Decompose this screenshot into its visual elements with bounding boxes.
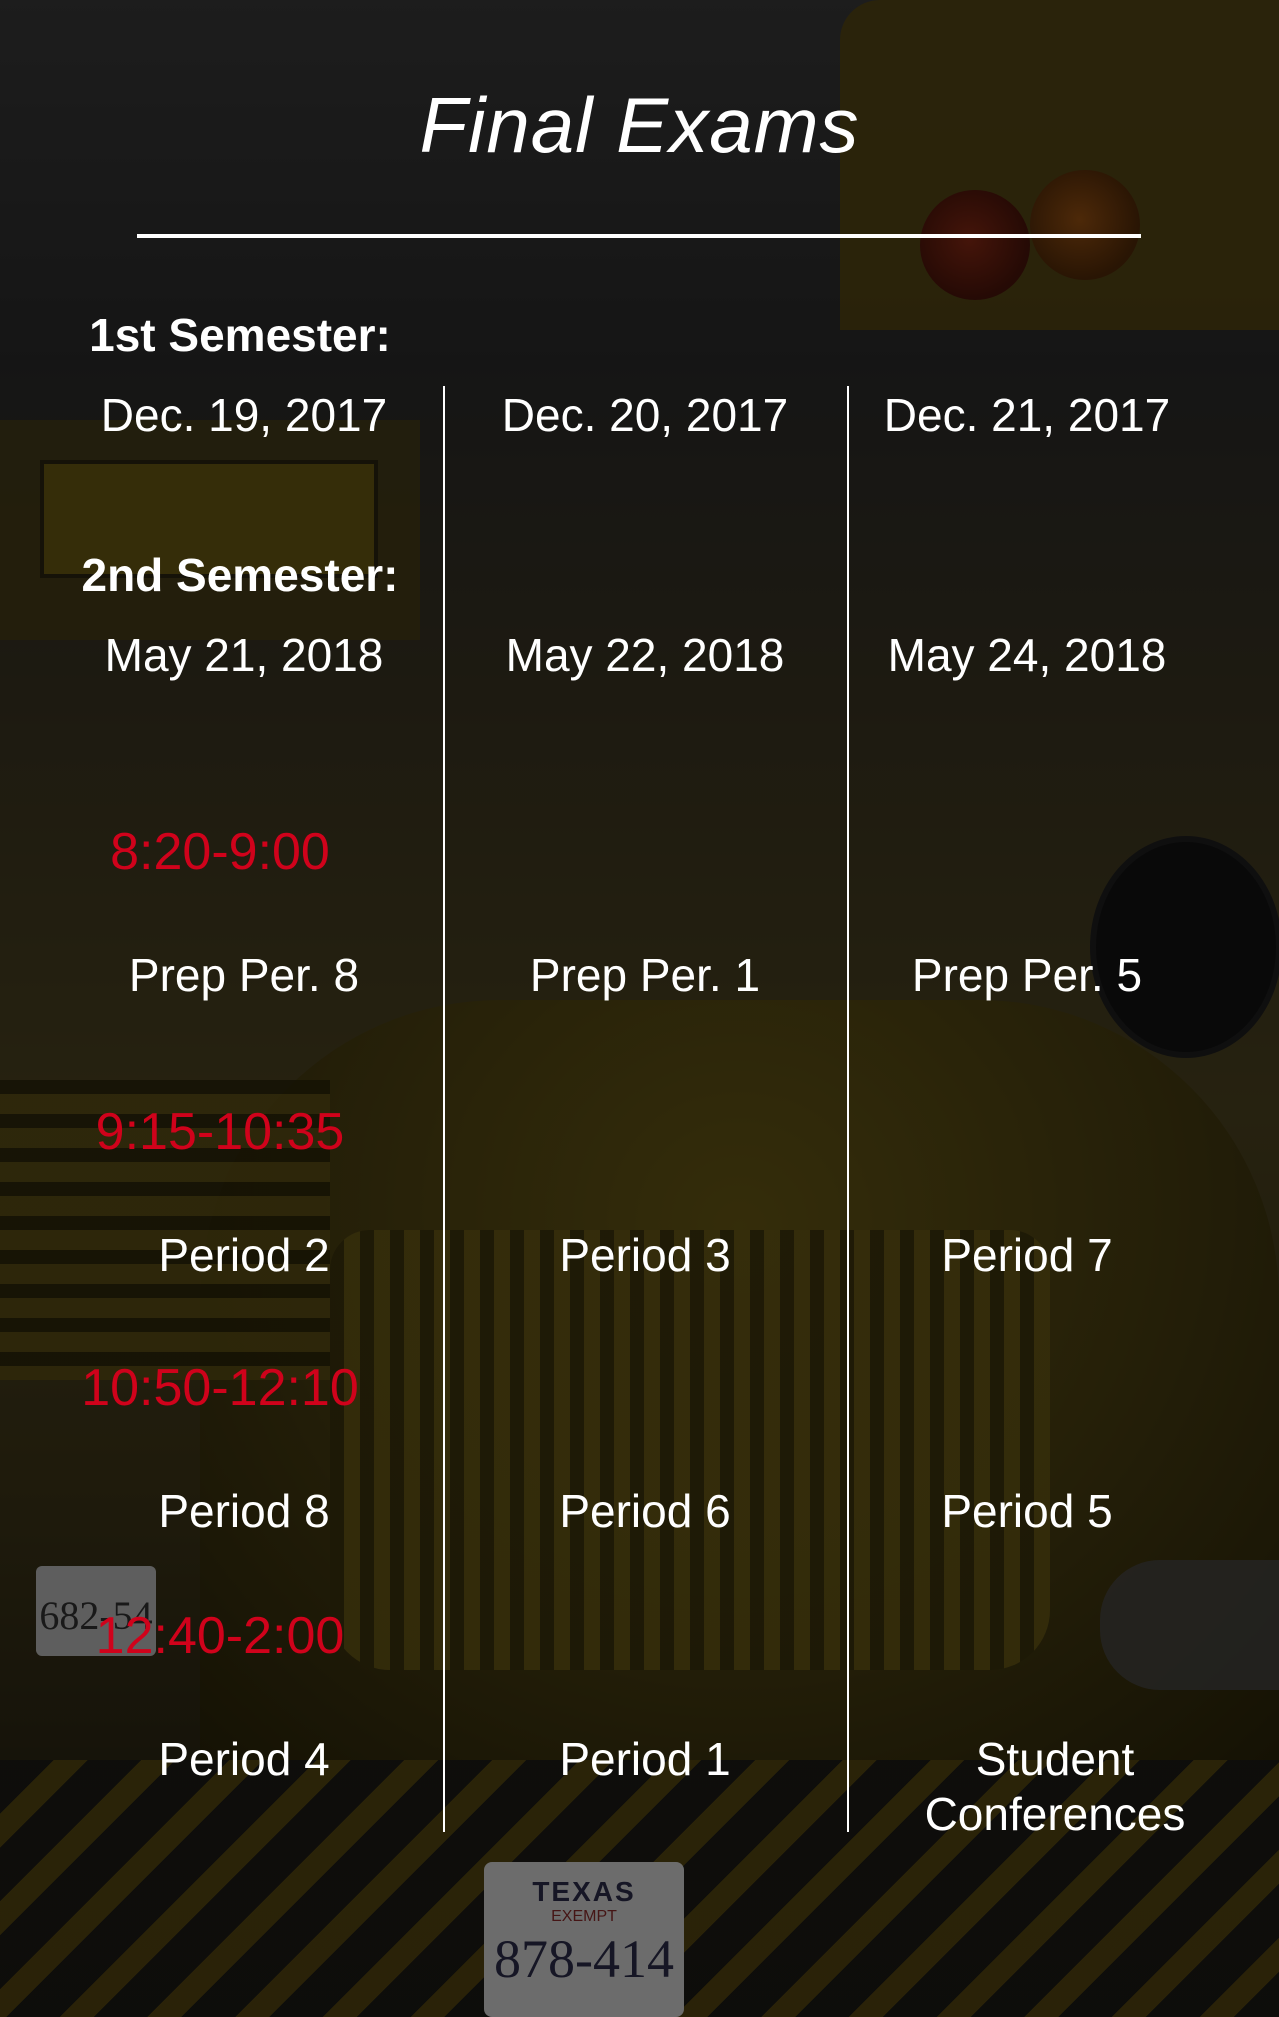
- column-divider-2: [847, 386, 849, 1832]
- title-divider: [137, 234, 1141, 238]
- slot-2-day-3: Period 7: [941, 1229, 1113, 1281]
- slot-2-day-2: Period 3: [559, 1229, 731, 1281]
- semester-2-date-3: May 24, 2018: [887, 629, 1167, 681]
- page-title: Final Exams: [419, 81, 860, 169]
- semester-2-date-1: May 21, 2018: [104, 629, 384, 681]
- time-slot-3: 10:50-12:10: [81, 1359, 359, 1417]
- slot-4-day-3: Student Conferences: [924, 1733, 1186, 1841]
- slot-4-day-1: Period 4: [158, 1733, 330, 1785]
- slot-3-day-1: Period 8: [158, 1485, 330, 1537]
- time-slot-2: 9:15-10:35: [95, 1103, 345, 1161]
- slot-3-day-3: Period 5: [941, 1485, 1113, 1537]
- time-slot-4: 12:40-2:00: [95, 1607, 345, 1665]
- slot-1-day-1: Prep Per. 8: [128, 949, 360, 1001]
- slot-2-day-1: Period 2: [158, 1229, 330, 1281]
- semester-1-date-3: Dec. 21, 2017: [883, 389, 1171, 441]
- exam-schedule-screen: 682-54 TEXAS EXEMPT 878-414 Final Exams …: [0, 0, 1279, 2017]
- slot-3-day-2: Period 6: [559, 1485, 731, 1537]
- semester-2-label: 2nd Semester:: [81, 549, 399, 601]
- semester-1-date-2: Dec. 20, 2017: [501, 389, 789, 441]
- slot-1-day-2: Prep Per. 1: [529, 949, 761, 1001]
- slot-4-day-2: Period 1: [559, 1733, 731, 1785]
- semester-2-date-2: May 22, 2018: [505, 629, 785, 681]
- semester-1-date-1: Dec. 19, 2017: [100, 389, 388, 441]
- column-divider-1: [443, 386, 445, 1832]
- slot-1-day-3: Prep Per. 5: [911, 949, 1143, 1001]
- semester-1-label: 1st Semester:: [89, 309, 391, 361]
- dark-overlay: [0, 0, 1279, 2017]
- time-slot-1: 8:20-9:00: [110, 823, 330, 881]
